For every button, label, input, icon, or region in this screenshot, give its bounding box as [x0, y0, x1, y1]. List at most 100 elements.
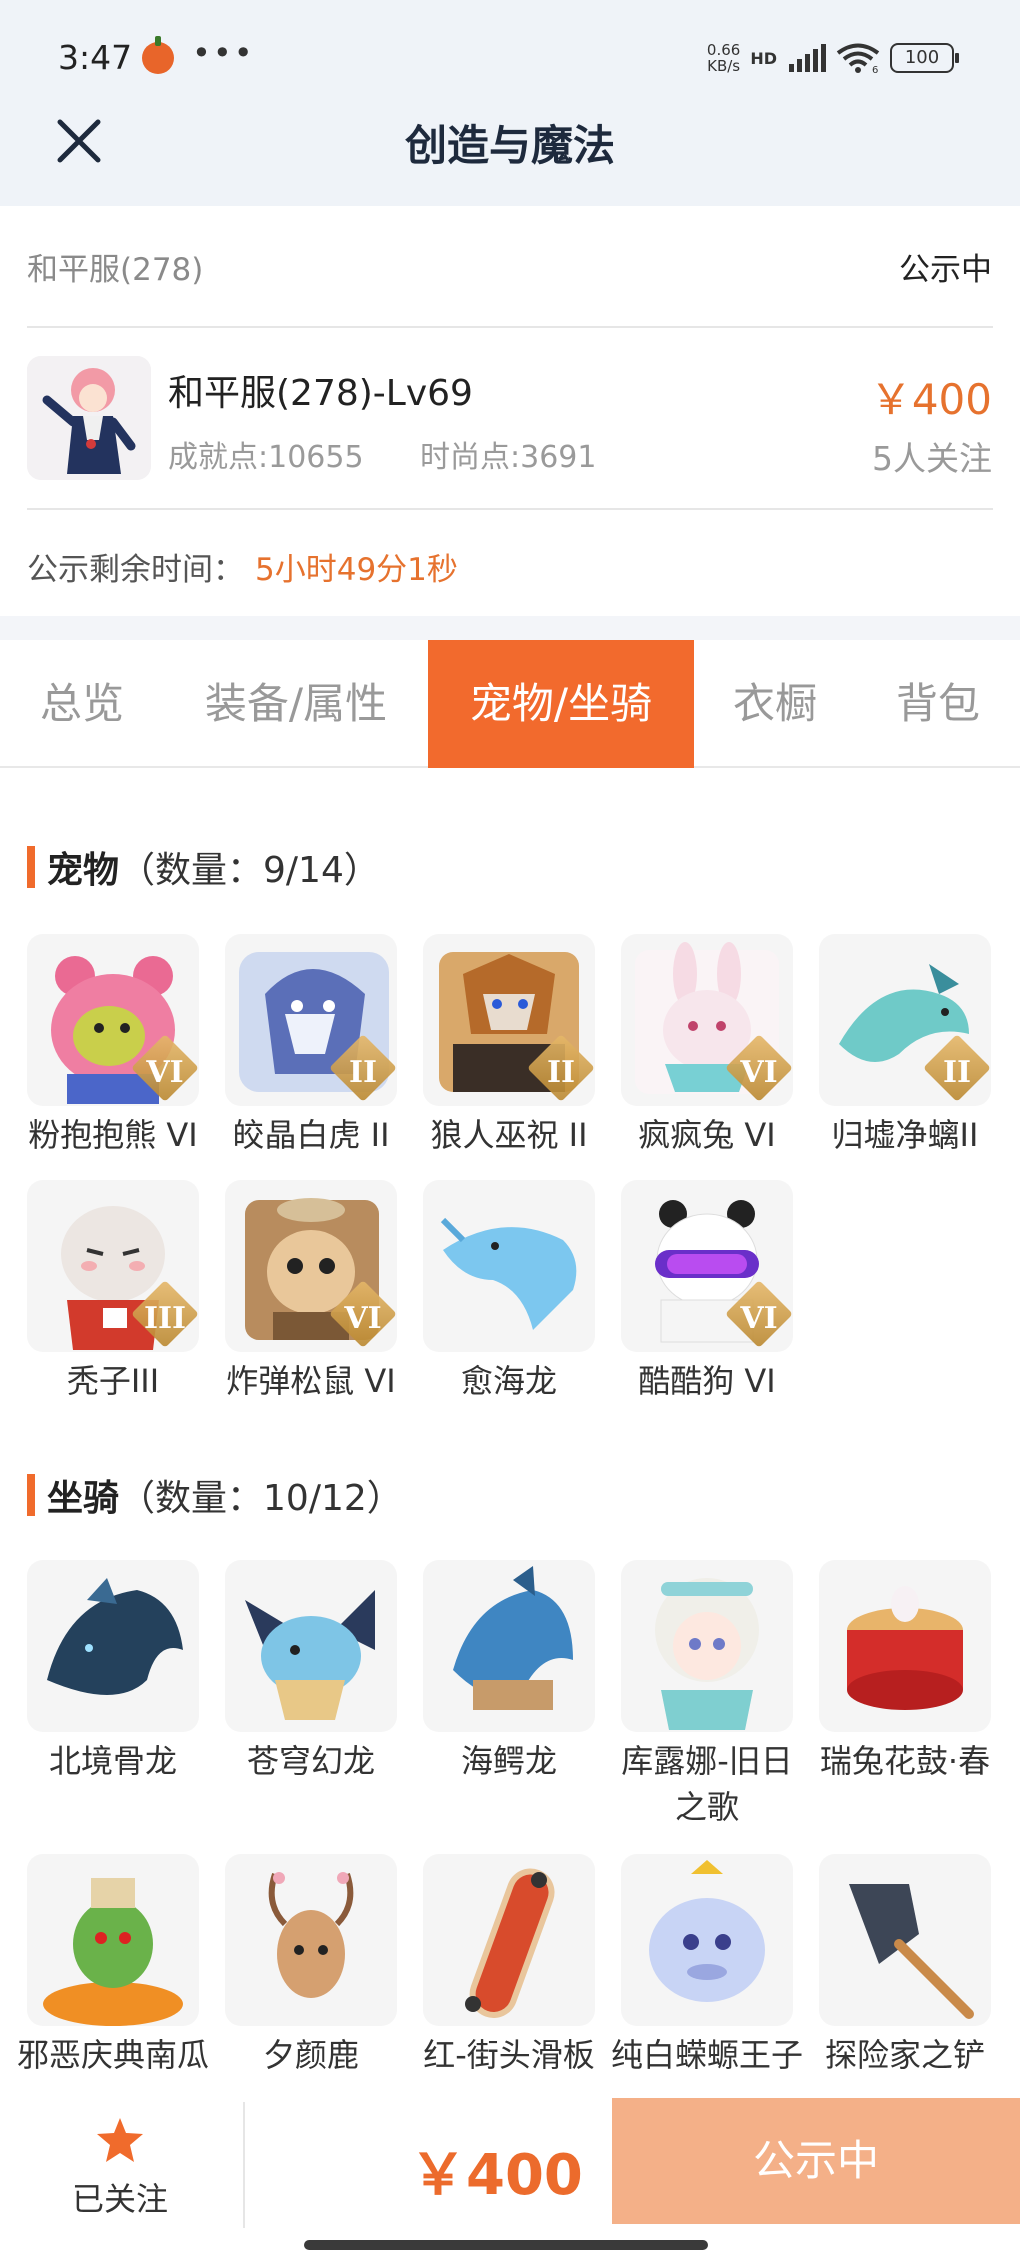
pet-name: 愈海龙	[460, 1362, 557, 1400]
tab-overview[interactable]: 总览	[0, 640, 164, 768]
rank-label: VI	[146, 1055, 184, 1090]
pet-thumbnail: VI	[27, 934, 199, 1106]
bottom-price: ￥400	[410, 2143, 583, 2208]
pet-name: 皎晶白虎 II	[232, 1116, 390, 1154]
pet-thumbnail: VI	[621, 1180, 793, 1352]
pet-item[interactable]: II 归墟净螭II	[819, 934, 991, 1158]
pets-count: （数量：9/14）	[119, 850, 380, 891]
pet-thumbnail: II	[423, 934, 595, 1106]
page-title: 创造与魔法	[404, 121, 615, 170]
tab-bar: 总览 装备/属性 宠物/坐骑 衣橱 背包	[0, 640, 1020, 768]
pet-name: 粉抱抱熊 VI	[28, 1116, 198, 1154]
pet-name: 归墟净螭II	[831, 1116, 979, 1154]
mount-thumbnail	[27, 1854, 199, 2026]
mount-name: 苍穹幻龙	[246, 1742, 375, 1780]
mount-name: 夕颜鹿	[262, 2036, 359, 2074]
achievement-points: 成就点:10655	[168, 440, 364, 475]
rank-label: VI	[740, 1301, 778, 1336]
mount-thumbnail	[423, 1560, 595, 1732]
tab-wardrobe[interactable]: 衣橱	[694, 640, 856, 768]
signal-icon	[789, 44, 826, 72]
section-separator	[0, 616, 1020, 640]
pet-name: 秃子III	[66, 1362, 160, 1400]
pet-item[interactable]: 愈海龙	[423, 1180, 595, 1404]
mount-item[interactable]: 海鳄龙	[423, 1560, 595, 1784]
rank-label: II	[942, 1055, 972, 1090]
rank-label: VI	[740, 1055, 778, 1090]
mount-item[interactable]: 苍穹幻龙	[225, 1560, 397, 1784]
mount-thumbnail	[225, 1854, 397, 2026]
pet-thumbnail: III	[27, 1180, 199, 1352]
pet-item[interactable]: VI 粉抱抱熊 VI	[27, 934, 199, 1158]
rank-label: II	[348, 1055, 378, 1090]
mount-item[interactable]: 库露娜-旧日之歌	[621, 1560, 793, 1830]
mounts-count: （数量：10/12）	[119, 1478, 403, 1519]
mount-thumbnail	[27, 1560, 199, 1732]
avatar-image	[27, 356, 151, 480]
section-accent-bar	[27, 846, 35, 888]
mount-item[interactable]: 夕颜鹿	[225, 1854, 397, 2078]
mount-thumbnail	[621, 1560, 793, 1732]
more-notifications-icon: •••	[192, 34, 255, 72]
star-icon	[97, 2118, 143, 2162]
mount-name: 瑞兔花鼓·春	[819, 1742, 991, 1780]
pet-item[interactable]: VI 炸弹松鼠 VI	[225, 1180, 397, 1404]
mount-name: 邪恶庆典南瓜	[16, 2036, 209, 2074]
mount-name: 海鳄龙	[460, 1742, 557, 1780]
role-name: 和平服(278)-Lv69	[168, 373, 473, 414]
mount-item[interactable]: 纯白蝾螈王子	[611, 1854, 803, 2078]
mount-item[interactable]: 邪恶庆典南瓜	[17, 1854, 209, 2078]
mount-name: 红-街头滑板	[423, 2036, 595, 2074]
battery-icon: 100	[890, 43, 959, 73]
followers-count: 5人关注	[872, 439, 992, 478]
remaining-time-value: 5小时49分1秒	[255, 552, 458, 588]
pet-name: 酷酷狗 VI	[638, 1362, 776, 1400]
mount-item[interactable]: 北境骨龙	[27, 1560, 199, 1784]
top-area: 3:47 ••• 0.66 KB/s HD 6 100 创造与魔法	[0, 0, 1020, 206]
mount-name: 探险家之铲	[824, 2036, 985, 2074]
tab-equipment[interactable]: 装备/属性	[164, 640, 428, 768]
follow-button[interactable]: 已关注	[40, 2116, 200, 2220]
pet-item[interactable]: II 狼人巫祝 II	[423, 934, 595, 1158]
pet-item[interactable]: VI 酷酷狗 VI	[621, 1180, 793, 1404]
status-time: 3:47	[58, 38, 133, 77]
hd-indicator: HD	[750, 48, 777, 68]
mount-item[interactable]: 红-街头滑板	[423, 1854, 595, 2078]
net-speed: 0.66 KB/s	[707, 42, 740, 74]
wifi-sub-label: 6	[872, 65, 878, 74]
pet-name: 狼人巫祝 II	[430, 1116, 588, 1154]
status-button[interactable]: 公示中	[612, 2098, 1020, 2224]
wifi-icon: 6	[836, 43, 880, 74]
pet-thumbnail	[423, 1180, 595, 1352]
mount-item[interactable]: 瑞兔花鼓·春	[819, 1560, 991, 1784]
pumpkin-icon	[142, 36, 174, 74]
pet-item[interactable]: III 秃子III	[27, 1180, 199, 1404]
divider	[27, 326, 993, 328]
tab-pets-mounts[interactable]: 宠物/坐骑	[428, 640, 694, 768]
pets-title: 宠物	[47, 850, 120, 891]
pet-item[interactable]: VI 疯疯兔 VI	[621, 934, 793, 1158]
mount-thumbnail	[819, 1560, 991, 1732]
pets-section-title: 宠物 （数量：9/14）	[27, 842, 380, 892]
rank-label: VI	[344, 1301, 382, 1336]
home-indicator[interactable]	[304, 2240, 708, 2250]
listing-status: 公示中	[899, 252, 992, 288]
tab-backpack[interactable]: 背包	[856, 640, 1020, 768]
pet-thumbnail: II	[819, 934, 991, 1106]
divider	[27, 508, 993, 510]
listing-price: ￥400	[869, 375, 992, 424]
character-avatar[interactable]	[27, 356, 151, 480]
mounts-section-title: 坐骑 （数量：10/12）	[27, 1470, 403, 1520]
pet-item[interactable]: II 皎晶白虎 II	[225, 934, 397, 1158]
divider	[243, 2102, 245, 2228]
net-speed-unit: KB/s	[707, 57, 741, 75]
follow-label: 已关注	[71, 2180, 168, 2218]
section-accent-bar	[27, 1474, 35, 1516]
pet-name: 疯疯兔 VI	[638, 1116, 776, 1154]
pet-thumbnail: VI	[225, 1180, 397, 1352]
mount-thumbnail	[423, 1854, 595, 2026]
mounts-title: 坐骑	[47, 1478, 120, 1519]
fashion-points: 时尚点:3691	[420, 440, 597, 475]
mount-item[interactable]: 探险家之铲	[819, 1854, 991, 2078]
remaining-time-label: 公示剩余时间：	[27, 552, 244, 588]
